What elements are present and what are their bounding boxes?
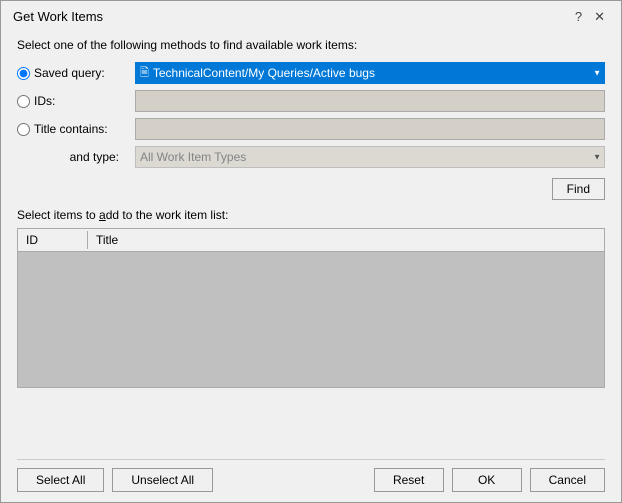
dialog-title: Get Work Items — [13, 9, 103, 24]
saved-query-radio-label[interactable]: Saved query: — [17, 66, 127, 80]
saved-query-wrapper: 🗎 TechnicalContent/My Queries/Active bug… — [135, 62, 605, 84]
ids-radio[interactable] — [17, 95, 30, 108]
title-contains-label: Title contains: — [34, 122, 108, 136]
items-table-header: ID Title — [18, 229, 604, 252]
find-row: Find — [17, 178, 605, 200]
title-bar-controls: ? ✕ — [571, 10, 609, 23]
items-section: Select items to add to the work item lis… — [17, 208, 605, 388]
title-contains-radio[interactable] — [17, 123, 30, 136]
ok-button[interactable]: OK — [452, 468, 522, 492]
title-contains-radio-label[interactable]: Title contains: — [17, 122, 127, 136]
saved-query-row: Saved query: 🗎 TechnicalContent/My Queri… — [17, 62, 605, 84]
help-button[interactable]: ? — [571, 10, 586, 23]
items-label: Select items to add to the work item lis… — [17, 208, 605, 222]
and-type-label: and type: — [17, 150, 127, 164]
col-id-header: ID — [18, 231, 88, 249]
close-button[interactable]: ✕ — [590, 10, 609, 23]
bottom-right-buttons: Reset OK Cancel — [374, 468, 605, 492]
bottom-left-buttons: Select All Unselect All — [17, 468, 213, 492]
cancel-button[interactable]: Cancel — [530, 468, 605, 492]
section1-label: Select one of the following methods to f… — [17, 38, 605, 52]
get-work-items-dialog: Get Work Items ? ✕ Select one of the fol… — [0, 0, 622, 503]
items-table-body — [18, 252, 604, 384]
bottom-buttons: Select All Unselect All Reset OK Cancel — [1, 460, 621, 502]
saved-query-label: Saved query: — [34, 66, 105, 80]
ids-label: IDs: — [34, 94, 55, 108]
ids-radio-label[interactable]: IDs: — [17, 94, 127, 108]
select-all-button[interactable]: Select All — [17, 468, 104, 492]
title-contains-row: Title contains: — [17, 118, 605, 140]
form-area: Saved query: 🗎 TechnicalContent/My Queri… — [17, 62, 605, 200]
saved-query-value: TechnicalContent/My Queries/Active bugs — [153, 66, 375, 80]
title-bar: Get Work Items ? ✕ — [1, 1, 621, 28]
saved-query-display[interactable]: 🗎 TechnicalContent/My Queries/Active bug… — [135, 62, 605, 84]
and-type-dropdown-wrapper: All Work Item Types — [135, 146, 605, 168]
and-type-select[interactable]: All Work Item Types — [135, 146, 605, 168]
items-table-container: ID Title — [17, 228, 605, 388]
ids-row: IDs: — [17, 90, 605, 112]
col-title-header: Title — [88, 231, 604, 249]
find-button[interactable]: Find — [552, 178, 605, 200]
title-contains-input[interactable] — [135, 118, 605, 140]
saved-query-radio[interactable] — [17, 67, 30, 80]
unselect-all-button[interactable]: Unselect All — [112, 468, 213, 492]
reset-button[interactable]: Reset — [374, 468, 444, 492]
folder-icon: 🗎 — [140, 64, 149, 83]
ids-input[interactable] — [135, 90, 605, 112]
and-type-row: and type: All Work Item Types — [17, 146, 605, 168]
dialog-content: Select one of the following methods to f… — [1, 28, 621, 459]
